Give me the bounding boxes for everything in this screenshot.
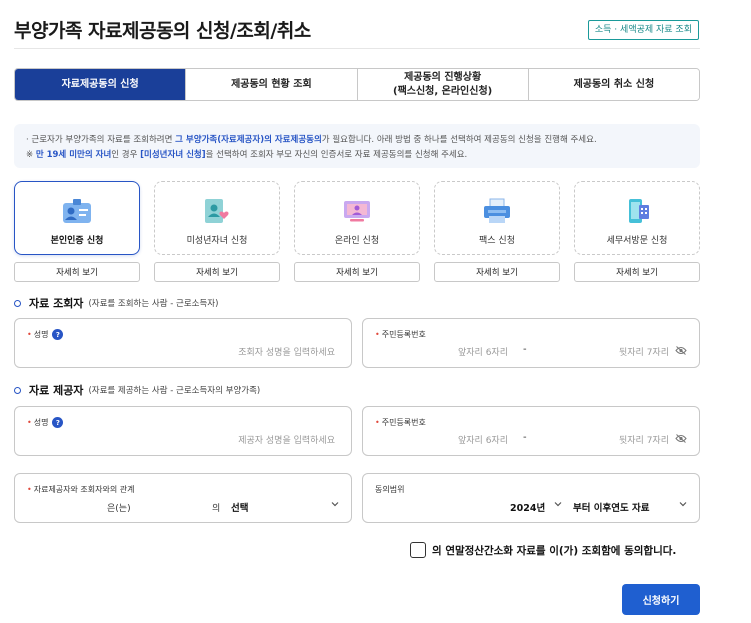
chevron-down-icon[interactable] bbox=[679, 501, 687, 507]
method-card-online[interactable]: 온라인 신청 bbox=[294, 181, 420, 255]
agreement-checkbox[interactable] bbox=[410, 542, 426, 558]
section-bullet-icon bbox=[14, 386, 21, 394]
notice-line-1: · 근로자가 부양가족의 자료를 조회하려면 그 부양가족(자료제공자)의 자료… bbox=[26, 135, 597, 145]
viewer-name-field[interactable]: • 성명? 조회자 성명을 입력하세요 bbox=[14, 318, 352, 368]
eye-off-icon[interactable] bbox=[675, 434, 687, 443]
provider-name-field[interactable]: • 성명? 제공자 성명을 입력하세요 bbox=[14, 406, 352, 456]
notice-line-2: ※ 만 19세 미만의 자녀인 경우 [미성년자녀 신청]을 선택하여 조회자 … bbox=[26, 150, 468, 160]
submit-button[interactable]: 신청하기 bbox=[622, 584, 700, 615]
method-card-identity[interactable]: 본인인증 신청 bbox=[14, 181, 140, 255]
method-label: 미성년자녀 신청 bbox=[186, 236, 248, 246]
eye-off-icon[interactable] bbox=[675, 346, 687, 355]
id-card-icon bbox=[63, 199, 91, 223]
method-label: 온라인 신청 bbox=[334, 236, 380, 246]
chevron-down-icon[interactable] bbox=[331, 501, 339, 507]
detail-button-identity[interactable]: 자세히 보기 bbox=[14, 262, 140, 282]
method-label: 세무서방문 신청 bbox=[606, 236, 668, 246]
viewer-rrn-field[interactable]: • 주민등록번호 앞자리 6자리 - 뒷자리 7자리 bbox=[362, 318, 700, 368]
provider-rrn-front-input[interactable]: 앞자리 6자리 bbox=[458, 433, 508, 446]
method-card-minor[interactable]: 미성년자녀 신청 bbox=[154, 181, 280, 255]
tab-consent-request[interactable]: 자료제공동의 신청 bbox=[15, 69, 186, 100]
detail-button-visit[interactable]: 자세히 보기 bbox=[574, 262, 700, 282]
monitor-icon bbox=[344, 201, 370, 222]
agreement-text: 의 연말정산간소화 자료를 이(가) 조회함에 동의합니다. bbox=[432, 544, 677, 557]
help-icon[interactable]: ? bbox=[52, 329, 64, 340]
tab-consent-cancel[interactable]: 제공동의 취소 신청 bbox=[527, 69, 699, 100]
chevron-down-icon[interactable] bbox=[554, 501, 562, 507]
provider-rrn-back-input[interactable]: 뒷자리 7자리 bbox=[619, 433, 669, 446]
method-card-visit[interactable]: 세무서방문 신청 bbox=[574, 181, 700, 255]
year-select[interactable]: 2024년 bbox=[510, 500, 545, 514]
child-doc-icon bbox=[205, 199, 229, 223]
agreement-row: 의 연말정산간소화 자료를 이(가) 조회함에 동의합니다. bbox=[410, 542, 676, 558]
method-label: 팩스 신청 bbox=[479, 236, 515, 246]
tab-bar: 자료제공동의 신청 제공동의 현황 조회 제공동의 진행상황 (팩스신청, 온라… bbox=[14, 68, 700, 101]
provider-rrn-field[interactable]: • 주민등록번호 앞자리 6자리 - 뒷자리 7자리 bbox=[362, 406, 700, 456]
fax-icon bbox=[484, 198, 510, 223]
tab-consent-status[interactable]: 제공동의 현황 조회 bbox=[185, 69, 357, 100]
section-bullet-icon bbox=[14, 299, 21, 307]
help-icon[interactable]: ? bbox=[52, 417, 64, 428]
viewer-rrn-back-input[interactable]: 뒷자리 7자리 bbox=[619, 345, 669, 358]
detail-button-minor[interactable]: 자세히 보기 bbox=[154, 262, 280, 282]
method-card-fax[interactable]: 팩스 신청 bbox=[434, 181, 560, 255]
provider-section-title: 자료 제공자 (자료를 제공하는 사람 - 근로소득자의 부양가족) bbox=[14, 382, 260, 398]
tab-consent-progress[interactable]: 제공동의 진행상황 (팩스신청, 온라인신청) bbox=[356, 69, 528, 100]
range-select[interactable]: 부터 이후연도 자료 bbox=[573, 500, 650, 514]
method-cards: 본인인증 신청 자세히 보기 미성년자녀 신청 자세히 보기 온라인 신청 자세… bbox=[14, 181, 700, 282]
viewer-section-title: 자료 조회자 (자료를 조회하는 사람 - 근로소득자) bbox=[14, 295, 218, 311]
page-title: 부양가족 자료제공동의 신청/조회/취소 bbox=[14, 20, 311, 42]
notice-box: · 근로자가 부양가족의 자료를 조회하려면 그 부양가족(자료제공자)의 자료… bbox=[14, 124, 700, 168]
scope-field: 동의범위 2024년 부터 이후연도 자료 bbox=[362, 473, 700, 523]
viewer-rrn-front-input[interactable]: 앞자리 6자리 bbox=[458, 345, 508, 358]
relation-field: • 자료제공자와 조회자와의 관계 은(는) 의 선택 bbox=[14, 473, 352, 523]
tax-data-inquiry-link[interactable]: 소득 · 세액공제 자료 조회 bbox=[587, 20, 699, 40]
viewer-name-input[interactable]: 조회자 성명을 입력하세요 bbox=[238, 345, 335, 358]
phone-icon bbox=[629, 199, 649, 223]
detail-button-fax[interactable]: 자세히 보기 bbox=[434, 262, 560, 282]
relation-select[interactable]: 선택 bbox=[231, 500, 248, 514]
method-label: 본인인증 신청 bbox=[50, 236, 104, 246]
title-divider bbox=[14, 48, 700, 49]
provider-name-input[interactable]: 제공자 성명을 입력하세요 bbox=[238, 433, 335, 446]
detail-button-online[interactable]: 자세히 보기 bbox=[294, 262, 420, 282]
